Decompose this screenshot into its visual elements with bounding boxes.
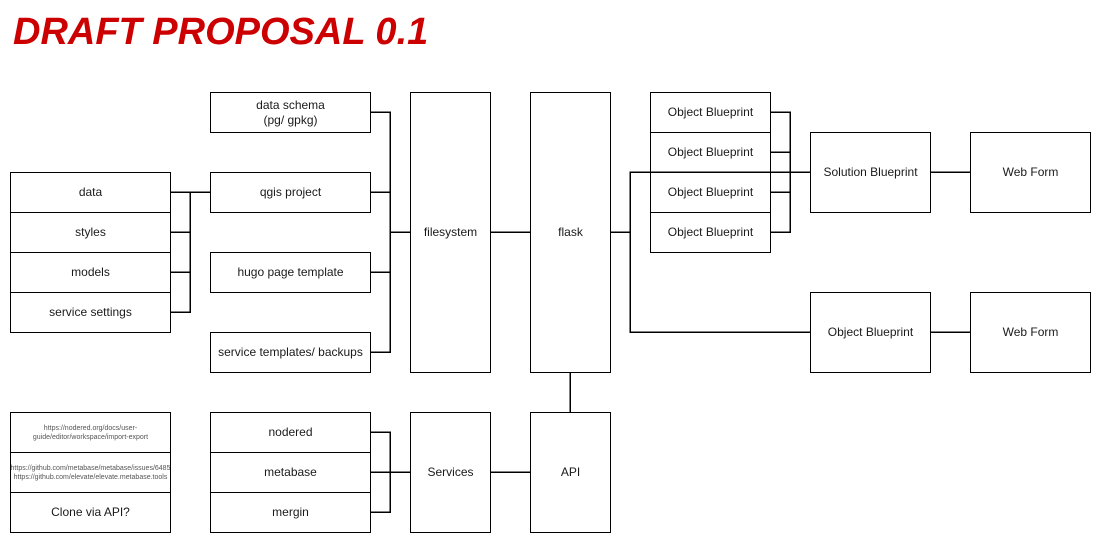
node-label: service settings: [49, 305, 132, 319]
node-object-blueprint-5[interactable]: Object Blueprint: [810, 292, 931, 373]
node-label: service templates/ backups: [218, 345, 363, 359]
node-label: styles: [75, 225, 106, 239]
note-label: Clone via API?: [51, 505, 130, 519]
node-api[interactable]: API: [530, 412, 611, 533]
connector-mid-bus: [370, 111, 391, 353]
node-label: Services: [427, 465, 474, 479]
node-label: metabase: [264, 465, 317, 479]
node-label: Web Form: [1002, 165, 1059, 179]
node-styles[interactable]: styles: [10, 212, 171, 253]
node-label: nodered: [268, 425, 313, 439]
node-label: models: [71, 265, 110, 279]
node-object-blueprint-3[interactable]: Object Blueprint: [650, 172, 771, 213]
node-label: flask: [558, 225, 583, 239]
node-label: Object Blueprint: [667, 185, 754, 199]
node-label: data: [78, 185, 103, 199]
node-web-form-2[interactable]: Web Form: [970, 292, 1091, 373]
note-metabase-urls[interactable]: https://github.com/metabase/metabase/iss…: [10, 452, 171, 493]
node-service-settings[interactable]: service settings: [10, 292, 171, 333]
node-label: filesystem: [423, 225, 478, 239]
note-label: https://github.com/metabase/metabase/iss…: [10, 464, 171, 472]
node-label: Web Form: [1002, 325, 1059, 339]
node-object-blueprint-1[interactable]: Object Blueprint: [650, 92, 771, 133]
node-label: qgis project: [259, 185, 322, 199]
node-object-blueprint-2[interactable]: Object Blueprint: [650, 132, 771, 173]
node-mergin[interactable]: mergin: [210, 492, 371, 533]
node-solution-blueprint[interactable]: Solution Blueprint: [810, 132, 931, 213]
node-data[interactable]: data: [10, 172, 171, 213]
node-web-form-1[interactable]: Web Form: [970, 132, 1091, 213]
node-filesystem[interactable]: filesystem: [410, 92, 491, 373]
note-label: https://github.com/elevate/elevate.metab…: [13, 473, 168, 481]
node-qgis-project[interactable]: qgis project: [210, 172, 371, 213]
node-metabase[interactable]: metabase: [210, 452, 371, 493]
node-object-blueprint-4[interactable]: Object Blueprint: [650, 212, 771, 253]
note-clone-via-api[interactable]: Clone via API?: [10, 492, 171, 533]
node-label: mergin: [272, 505, 309, 519]
node-label: Object Blueprint: [827, 325, 914, 339]
node-label: data schema (pg/ gpkg): [256, 97, 325, 127]
connector-left-bus: [170, 191, 191, 313]
node-hugo-page-template[interactable]: hugo page template: [210, 252, 371, 293]
node-data-schema[interactable]: data schema (pg/ gpkg): [210, 92, 371, 133]
node-label: Object Blueprint: [667, 225, 754, 239]
node-nodered[interactable]: nodered: [210, 412, 371, 453]
node-label: hugo page template: [237, 265, 344, 279]
node-label: API: [560, 465, 581, 479]
node-label: Object Blueprint: [667, 105, 754, 119]
node-service-templates[interactable]: service templates/ backups: [210, 332, 371, 373]
node-models[interactable]: models: [10, 252, 171, 293]
note-nodered-url[interactable]: https://nodered.org/docs/user-guide/edit…: [10, 412, 171, 453]
node-flask[interactable]: flask: [530, 92, 611, 373]
node-services[interactable]: Services: [410, 412, 491, 533]
node-label: Object Blueprint: [667, 145, 754, 159]
node-label: Solution Blueprint: [823, 165, 918, 179]
note-label: https://nodered.org/docs/user-guide/edit…: [32, 424, 149, 441]
